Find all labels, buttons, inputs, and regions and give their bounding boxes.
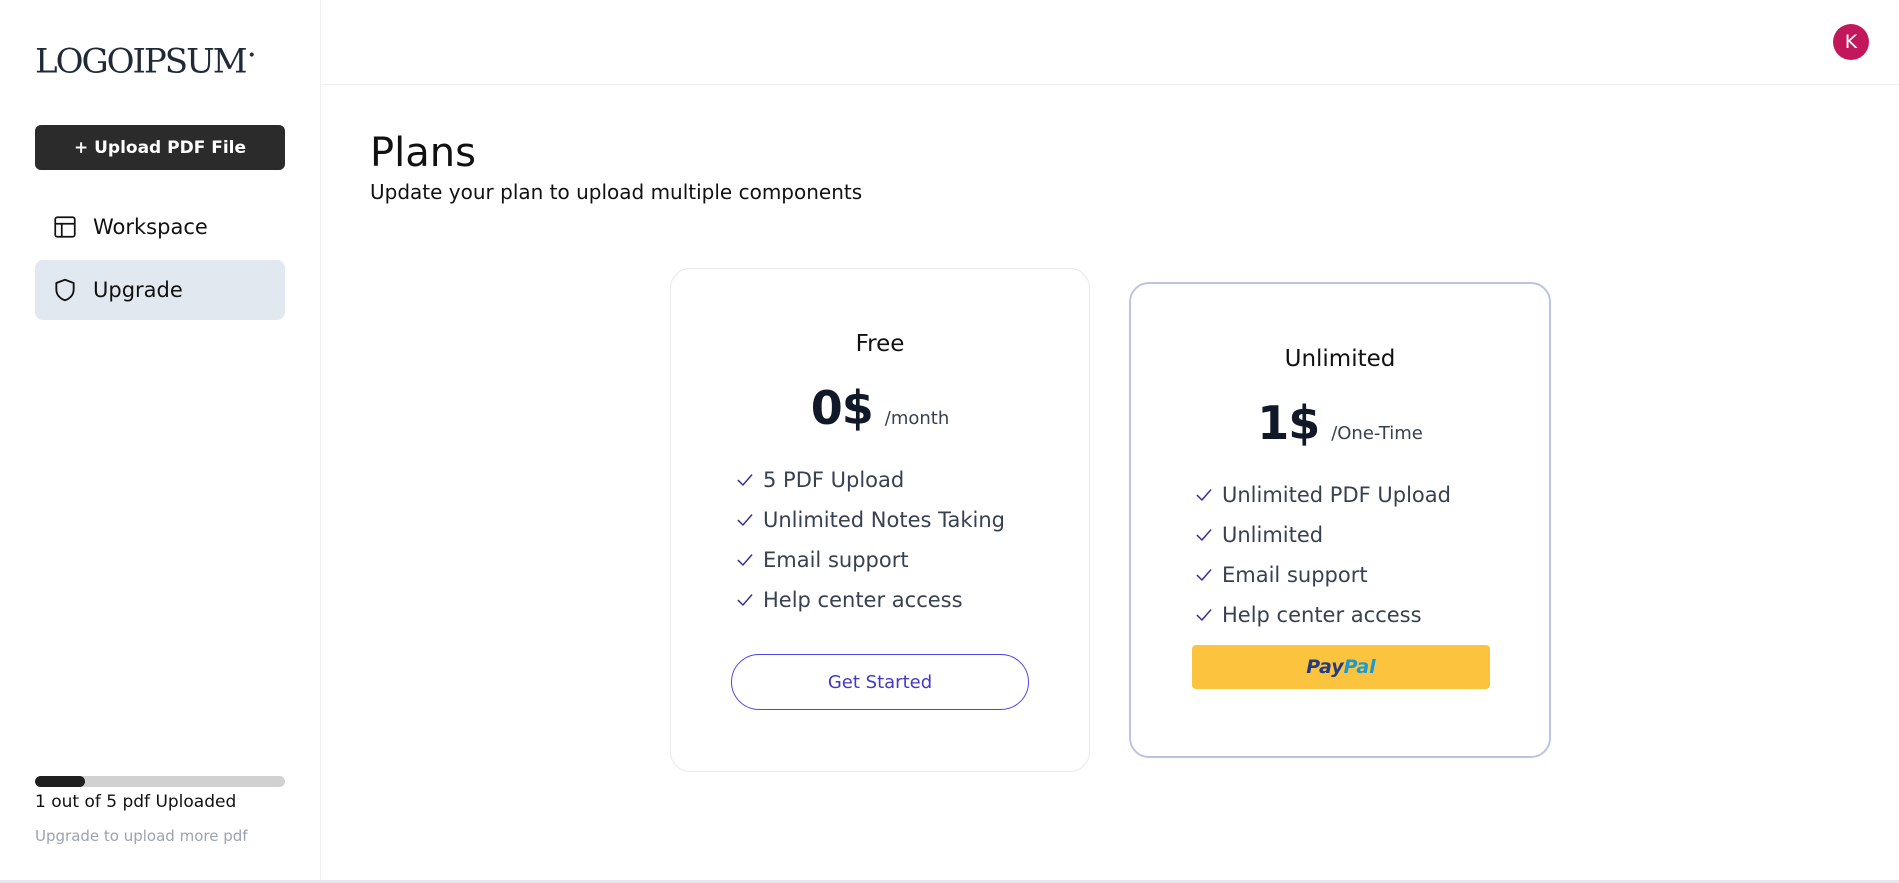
feature-item: Help center access	[735, 580, 1005, 620]
sidebar-item-label: Workspace	[93, 215, 208, 239]
layout-icon	[51, 213, 79, 241]
check-icon	[1194, 524, 1216, 546]
page-subtitle: Update your plan to upload multiple comp…	[370, 180, 863, 204]
plan-name: Free	[855, 331, 905, 357]
check-icon	[735, 549, 757, 571]
feature-list: Unlimited PDF Upload Unlimited Email sup…	[1194, 475, 1451, 635]
price-period: /One-Time	[1331, 423, 1423, 444]
logo-dot: •	[247, 48, 256, 64]
get-started-button[interactable]: Get Started	[731, 654, 1029, 710]
price-amount: 1$	[1257, 396, 1320, 450]
feature-list: 5 PDF Upload Unlimited Notes Taking Emai…	[735, 460, 1005, 620]
feature-text: Email support	[1222, 563, 1368, 587]
upload-progress-bar	[35, 776, 285, 787]
sidebar: LOGOIPSUM • + Upload PDF File Workspace U…	[0, 0, 321, 883]
feature-item: Email support	[735, 540, 1005, 580]
check-icon	[1194, 604, 1216, 626]
feature-text: 5 PDF Upload	[763, 468, 905, 492]
upgrade-hint: Upgrade to upload more pdf	[35, 827, 248, 845]
sidebar-item-workspace[interactable]: Workspace	[35, 197, 285, 257]
check-icon	[735, 509, 757, 531]
price-amount: 0$	[810, 381, 874, 435]
sidebar-item-label: Upgrade	[93, 278, 183, 302]
feature-item: Help center access	[1194, 595, 1451, 635]
feature-text: Unlimited Notes Taking	[763, 508, 1005, 532]
plan-card-unlimited: Unlimited 1$ /One-Time Unlimited PDF Upl…	[1129, 282, 1551, 758]
page-title: Plans	[370, 130, 476, 176]
feature-item: Unlimited	[1194, 515, 1451, 555]
feature-item: Unlimited PDF Upload	[1194, 475, 1451, 515]
plan-card-free: Free 0$ /month 5 PDF Upload Unlimited No…	[670, 268, 1090, 772]
price-row: 0$ /month	[671, 381, 1089, 435]
check-icon	[1194, 484, 1216, 506]
logo-text: LOGOIPSUM	[35, 41, 248, 82]
check-icon	[735, 469, 757, 491]
feature-text: Help center access	[763, 588, 963, 612]
paypal-logo-pay: Pay	[1306, 656, 1344, 678]
check-icon	[735, 589, 757, 611]
feature-item: Email support	[1194, 555, 1451, 595]
logo[interactable]: LOGOIPSUM •	[35, 34, 256, 82]
feature-text: Unlimited PDF Upload	[1222, 483, 1451, 507]
upload-progress-text: 1 out of 5 pdf Uploaded	[35, 792, 237, 812]
price-row: 1$ /One-Time	[1131, 396, 1549, 450]
feature-text: Unlimited	[1222, 523, 1324, 547]
upload-progress-fill	[35, 776, 85, 787]
feature-item: 5 PDF Upload	[735, 460, 1005, 500]
paypal-logo-pal: Pal	[1343, 656, 1376, 678]
upload-pdf-button[interactable]: + Upload PDF File	[35, 125, 285, 170]
check-icon	[1194, 564, 1216, 586]
paypal-button[interactable]: Pay Pal	[1192, 645, 1490, 689]
sidebar-item-upgrade[interactable]: Upgrade	[35, 260, 285, 320]
feature-item: Unlimited Notes Taking	[735, 500, 1005, 540]
feature-text: Email support	[763, 548, 909, 572]
top-bar: K	[321, 0, 1899, 85]
avatar[interactable]: K	[1833, 24, 1869, 60]
price-period: /month	[884, 408, 950, 429]
plan-name: Unlimited	[1284, 346, 1396, 372]
feature-text: Help center access	[1222, 603, 1422, 627]
shield-icon	[51, 276, 79, 304]
